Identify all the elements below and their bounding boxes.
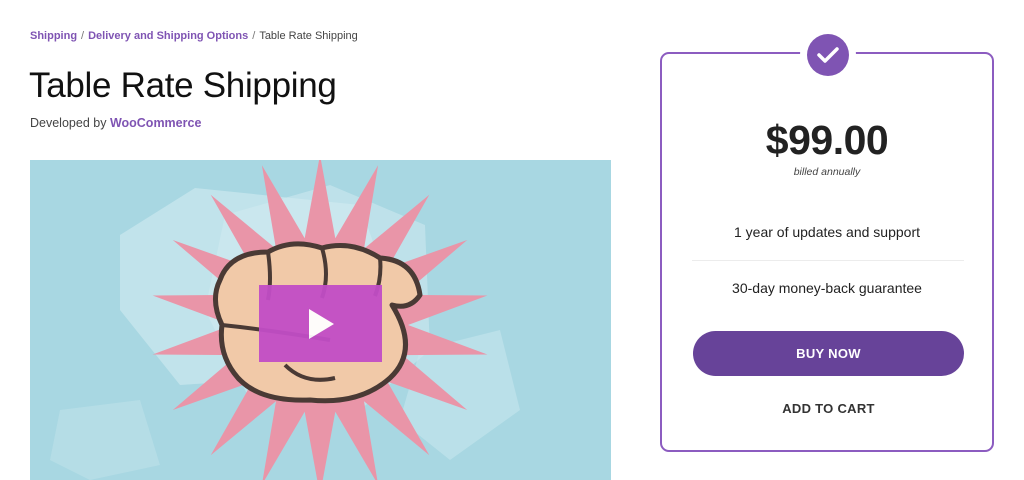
buy-now-button[interactable]: BUY NOW	[693, 331, 964, 376]
checkmark-icon	[817, 47, 839, 63]
breadcrumb-link-shipping[interactable]: Shipping	[30, 30, 77, 42]
developer-link[interactable]: WooCommerce	[110, 116, 201, 130]
breadcrumb-link-delivery-options[interactable]: Delivery and Shipping Options	[88, 30, 248, 42]
add-to-cart-button[interactable]: ADD TO CART	[693, 397, 964, 419]
divider	[692, 260, 964, 261]
breadcrumb: Shipping / Delivery and Shipping Options / T…	[30, 30, 358, 42]
play-button[interactable]	[259, 285, 382, 362]
developer-line: Developed by WooCommerce	[30, 116, 201, 130]
billing-note: billed annually	[793, 166, 861, 178]
breadcrumb-current: Table Rate Shipping	[259, 30, 358, 42]
play-icon	[308, 308, 334, 339]
pricing-card	[660, 52, 994, 452]
developer-prefix: Developed by	[30, 116, 107, 130]
product-video[interactable]	[30, 160, 611, 480]
page-title: Table Rate Shipping	[29, 66, 337, 105]
price: $99.00	[765, 117, 889, 163]
breadcrumb-separator: /	[81, 30, 85, 42]
checkmark-badge	[807, 34, 849, 76]
feature-updates-support: 1 year of updates and support	[733, 224, 921, 240]
feature-money-back-guarantee: 30-day money-back guarantee	[732, 280, 922, 296]
breadcrumb-separator: /	[252, 30, 256, 42]
